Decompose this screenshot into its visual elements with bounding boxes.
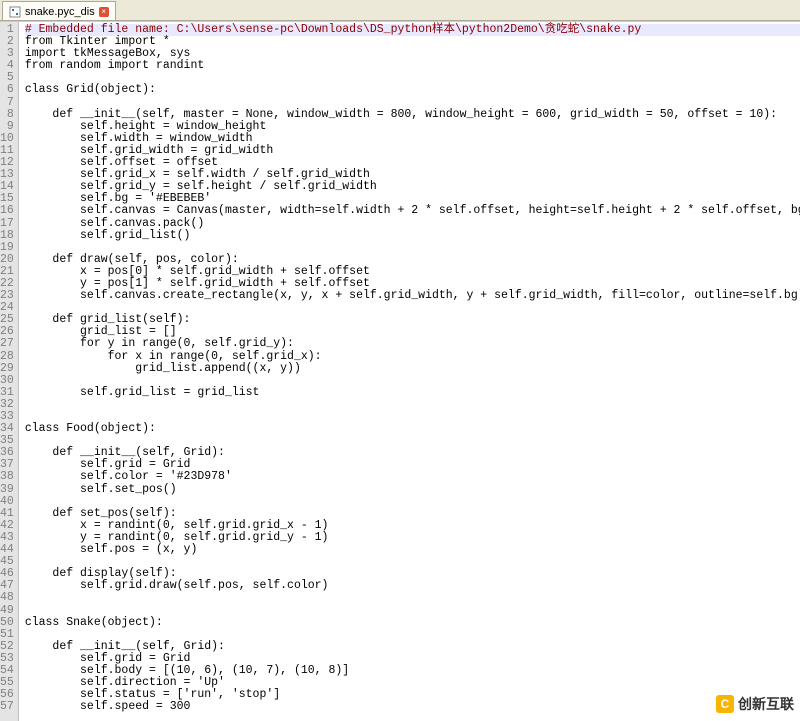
line-number: 38 [0, 471, 14, 483]
file-type-icon [9, 6, 21, 18]
code-line: self.color = '#23D978' [25, 471, 800, 483]
code-line: self.canvas.create_rectangle(x, y, x + s… [25, 290, 800, 302]
code-line: self.set_pos() [25, 484, 800, 496]
code-line: class Grid(object): [25, 84, 800, 96]
code-line [25, 242, 800, 254]
watermark-logo-icon: C [716, 695, 734, 713]
code-line: self.grid.draw(self.pos, self.color) [25, 580, 800, 592]
watermark: C 创新互联 [716, 694, 794, 714]
code-line: for x in range(0, self.grid_x): [25, 351, 800, 363]
code-line: class Food(object): [25, 423, 800, 435]
line-number: 18 [0, 230, 14, 242]
code-line [25, 605, 800, 617]
line-number: 50 [0, 617, 14, 629]
line-number: 17 [0, 218, 14, 230]
line-number: 19 [0, 242, 14, 254]
tab-bar: snake.pyc_dis × [0, 0, 800, 21]
line-number-gutter: 1234567891011121314151617181920212223242… [0, 22, 19, 721]
line-number: 48 [0, 592, 14, 604]
line-number: 7 [0, 97, 14, 109]
line-number: 27 [0, 338, 14, 350]
line-number: 40 [0, 496, 14, 508]
line-number: 6 [0, 84, 14, 96]
code-editor: 1234567891011121314151617181920212223242… [0, 21, 800, 721]
line-number: 30 [0, 375, 14, 387]
watermark-text: 创新互联 [738, 694, 794, 714]
line-number: 39 [0, 484, 14, 496]
line-number: 28 [0, 351, 14, 363]
code-line: class Snake(object): [25, 617, 800, 629]
code-line [25, 496, 800, 508]
file-tab[interactable]: snake.pyc_dis × [2, 1, 116, 20]
code-line [25, 592, 800, 604]
code-line: def __init__(self, master = None, window… [25, 109, 800, 121]
code-line: self.speed = 300 [25, 701, 800, 713]
line-number: 29 [0, 363, 14, 375]
line-number: 57 [0, 701, 14, 713]
line-number: 49 [0, 605, 14, 617]
tab-title: snake.pyc_dis [25, 6, 95, 18]
code-line [25, 629, 800, 641]
code-area[interactable]: # Embedded file name: C:\Users\sense-pc\… [19, 22, 800, 721]
code-line: self.pos = (x, y) [25, 544, 800, 556]
close-icon[interactable]: × [99, 7, 109, 17]
line-number: 51 [0, 629, 14, 641]
code-line [25, 399, 800, 411]
code-line: grid_list.append((x, y)) [25, 363, 800, 375]
code-line: self.grid_list = grid_list [25, 387, 800, 399]
line-number: 16 [0, 205, 14, 217]
code-line: from random import randint [25, 60, 800, 72]
code-line: for y in range(0, self.grid_y): [25, 338, 800, 350]
code-line: self.canvas.pack() [25, 218, 800, 230]
code-line [25, 375, 800, 387]
line-number: 8 [0, 109, 14, 121]
code-line: self.grid_list() [25, 230, 800, 242]
code-line [25, 97, 800, 109]
code-line: self.canvas = Canvas(master, width=self.… [25, 205, 800, 217]
